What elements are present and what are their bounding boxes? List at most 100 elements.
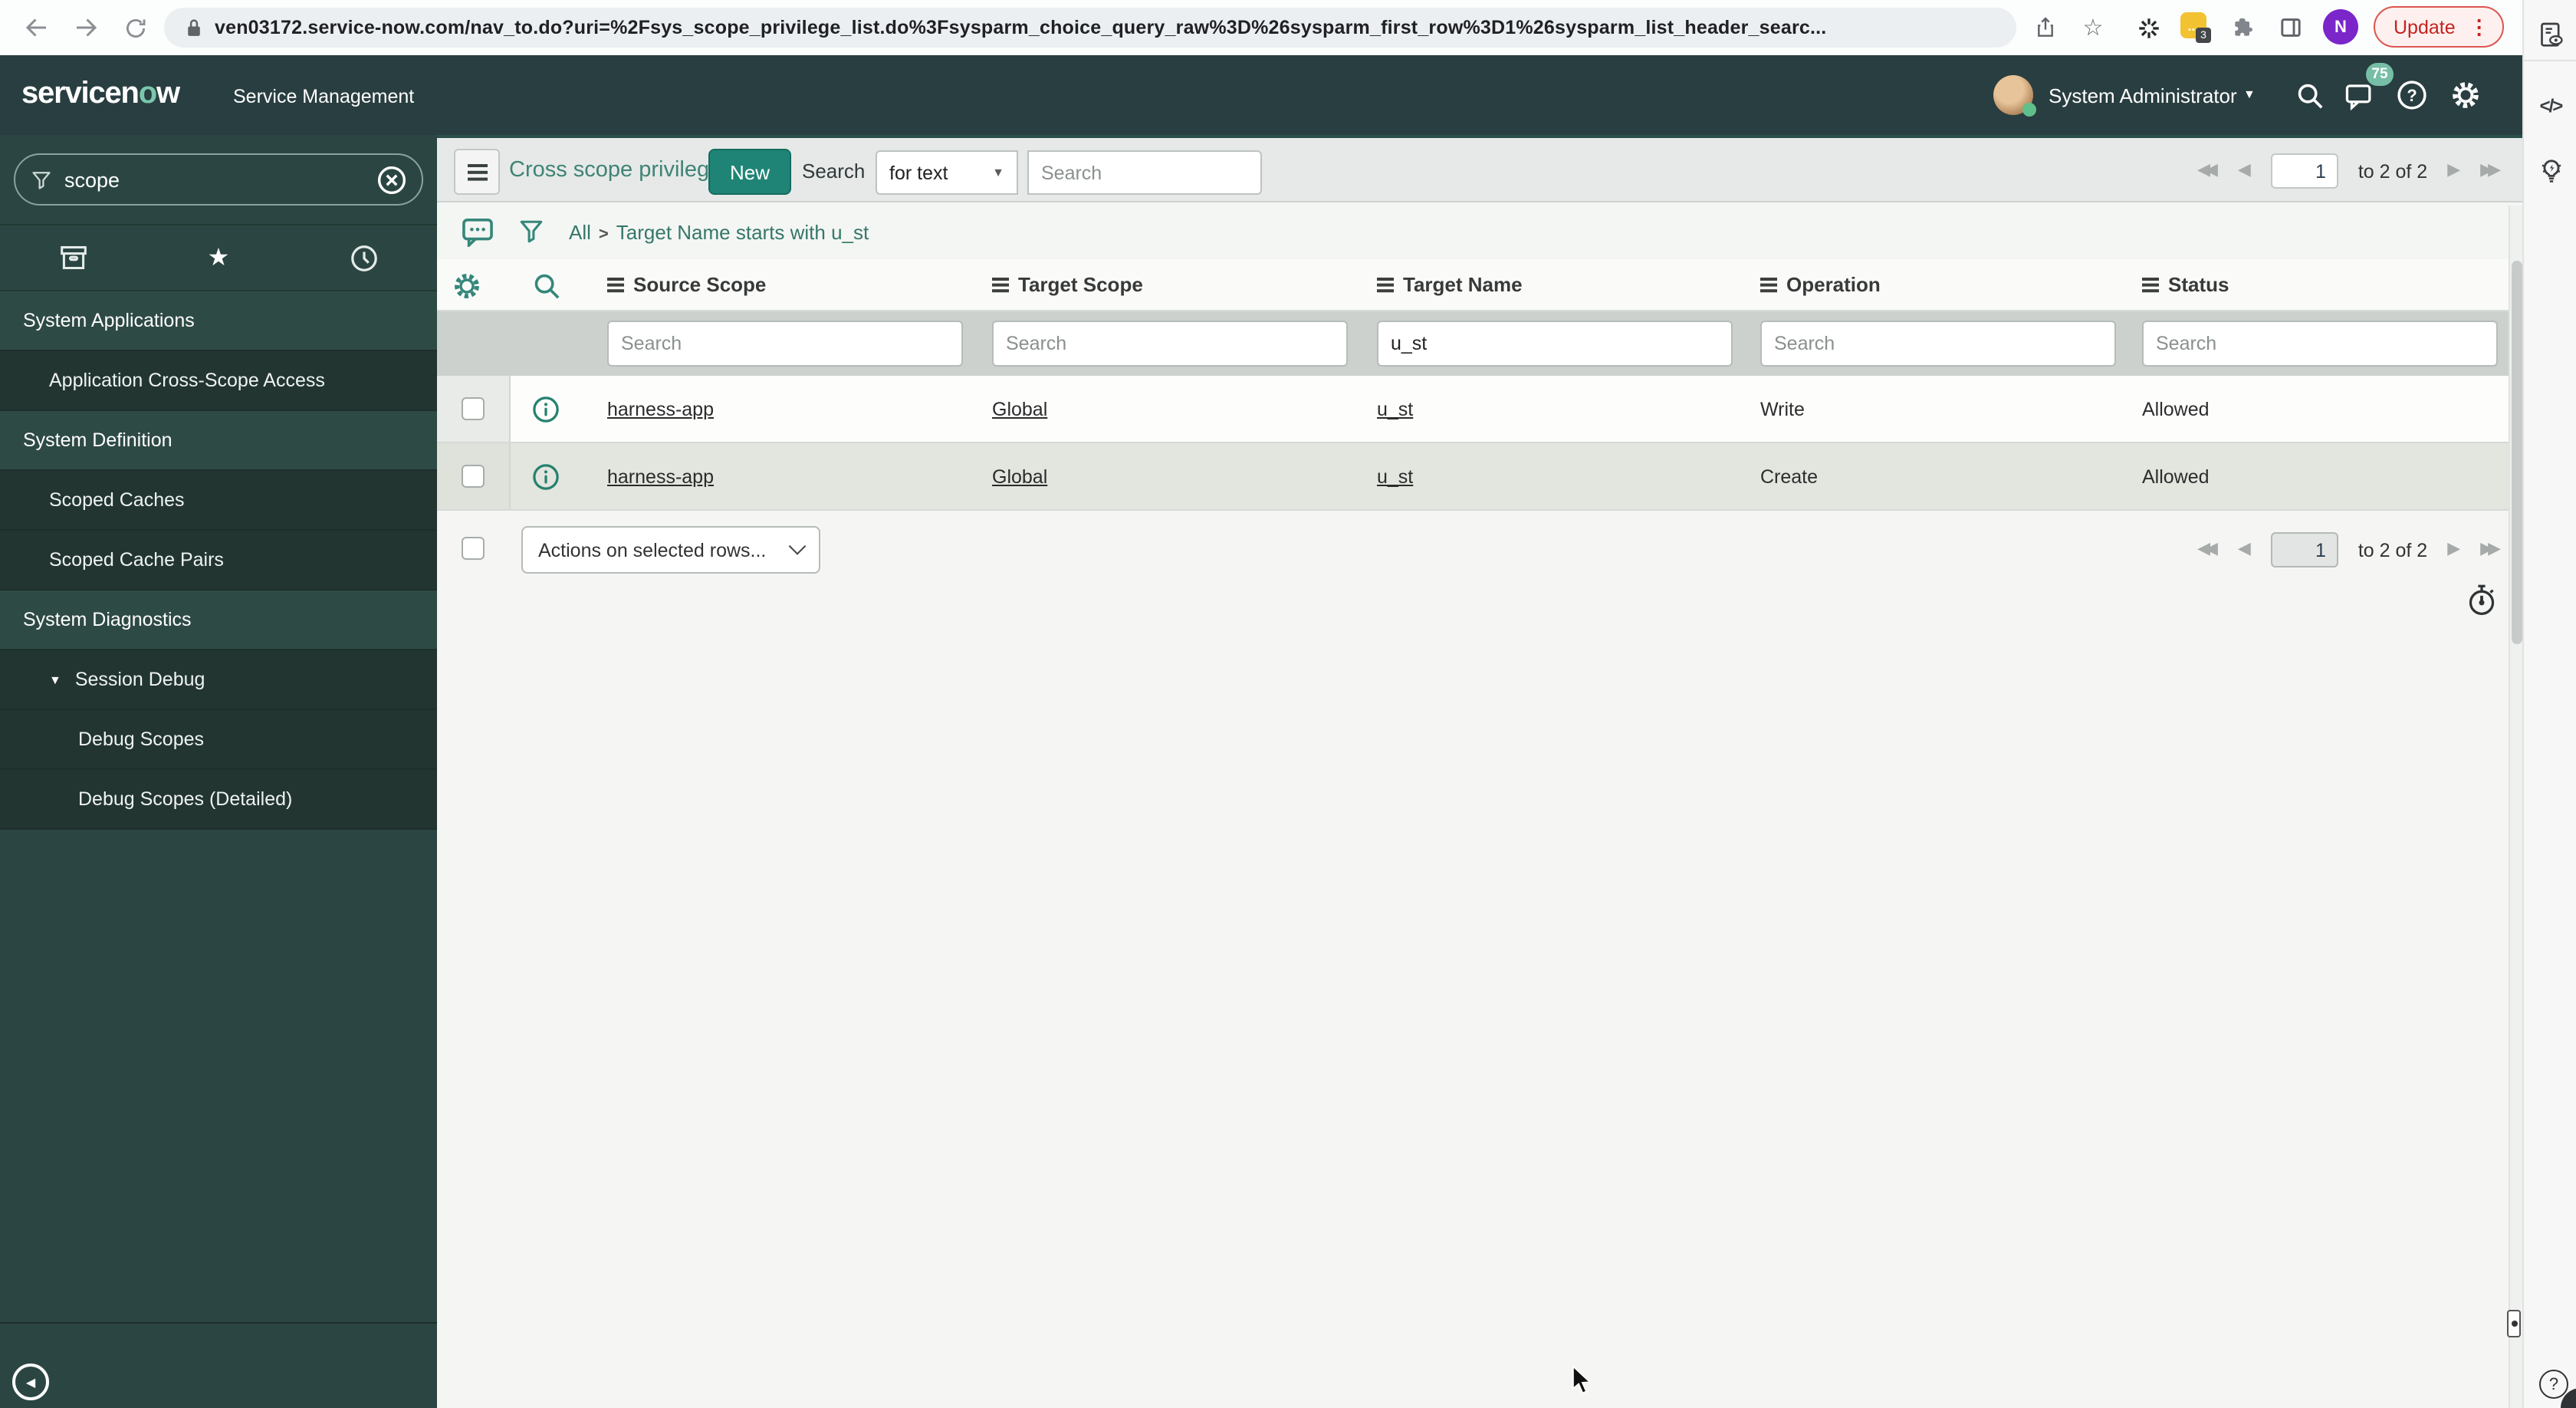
browser-menu-icon[interactable]: ⋮ [2465,15,2494,39]
last-page-button[interactable]: ▶▶ [2480,541,2501,558]
list-settings-gear-icon[interactable] [452,271,481,301]
search-type-select[interactable]: for text ▼ [876,150,1018,195]
sidebar-item-system-applications[interactable]: System Applications [0,291,437,351]
extensions-puzzle-icon[interactable] [2226,11,2260,44]
next-page-button[interactable]: ▶ [2447,541,2460,558]
user-menu[interactable]: System Administrator [2049,84,2237,107]
cell-target-name[interactable]: u_st [1377,399,1413,420]
table-row[interactable]: harness-app Global u_st Write Allowed [437,376,2522,443]
search-target-name-input[interactable] [1377,321,1733,367]
list-chat-icon[interactable] [462,217,494,246]
servicenow-header: servicenow Service Management System Adm… [0,55,2522,135]
scrollbar-thumb[interactable] [2512,261,2522,644]
browser-profile-avatar[interactable]: N [2323,9,2358,44]
update-label: Update [2394,16,2456,38]
list-search-input[interactable] [1027,150,1262,195]
actions-on-selected-rows-select[interactable]: Actions on selected rows... [521,526,820,574]
address-bar[interactable]: ven03172.service-now.com/nav_to.do?uri=%… [164,8,2016,48]
code-panel-icon[interactable]: </> [2533,87,2568,123]
extension-yellow-icon[interactable]: ... 3 [2180,12,2211,43]
servicenow-logo: servicenow [21,77,180,110]
search-status-input[interactable] [2142,321,2498,367]
last-page-button[interactable]: ▶▶ [2480,162,2501,179]
breadcrumb-all-link[interactable]: All [569,220,591,243]
first-page-button[interactable]: ◀◀ [2197,541,2218,558]
sidebar-item-system-diagnostics[interactable]: System Diagnostics [0,591,437,650]
user-avatar[interactable] [1993,75,2036,117]
select-all-checkbox[interactable] [462,537,485,560]
clear-filter-icon[interactable] [377,165,406,194]
cell-target-scope[interactable]: Global [992,399,1047,420]
scrollbar-dock-icon[interactable] [2507,1310,2521,1337]
global-search-icon[interactable] [2292,78,2326,112]
next-page-button[interactable]: ▶ [2447,162,2460,179]
sidebar-item-application-cross-scope-access[interactable]: Application Cross-Scope Access [0,351,437,411]
search-source-scope-input[interactable] [607,321,963,367]
cell-target-name[interactable]: u_st [1377,466,1413,488]
column-header-source-scope[interactable]: Source Scope [607,273,766,296]
select-caret-icon: ▼ [992,166,1004,179]
browser-back-icon[interactable] [18,9,55,46]
navigator-filter[interactable] [14,153,423,206]
bookmark-star-icon[interactable]: ☆ [2076,11,2110,44]
share-icon[interactable] [2029,11,2062,44]
breadcrumb-filter-link[interactable]: Target Name starts with u_st [616,220,869,243]
row-checkbox[interactable] [462,397,485,420]
sidebar-item-system-definition[interactable]: System Definition [0,411,437,471]
reading-list-icon[interactable] [2533,17,2568,52]
column-header-target-name[interactable]: Target Name [1377,273,1523,296]
sidebar-item-session-debug[interactable]: ▼ Session Debug [0,650,437,710]
chevron-down-icon [788,537,807,554]
filter-icon[interactable] [518,218,544,245]
lightbulb-icon[interactable] [2533,153,2568,189]
product-name: Service Management [233,86,415,107]
record-info-icon[interactable] [532,463,560,491]
breadcrumb-bar: All > Target Name starts with u_st [437,204,2522,259]
browser-forward-icon[interactable] [67,9,104,46]
tab-history[interactable] [291,225,437,290]
sidebar-item-scoped-caches[interactable]: Scoped Caches [0,471,437,531]
list-context-menu-button[interactable] [454,149,500,195]
list-scrollbar[interactable] [2509,206,2522,1408]
row-checkbox[interactable] [462,465,485,488]
side-panel-icon[interactable] [2274,11,2308,44]
tab-favorites[interactable]: ★ [146,225,291,290]
previous-page-button[interactable]: ◀ [2238,162,2251,179]
browser-toolbar: ven03172.service-now.com/nav_to.do?uri=%… [0,0,2576,55]
expand-caret-icon[interactable]: ▼ [49,673,61,686]
top-pagination: ◀◀ ◀ to 2 of 2 ▶ ▶▶ [2197,153,2501,189]
search-operation-input[interactable] [1760,321,2116,367]
help-icon[interactable]: ? [2395,78,2429,112]
collapse-sidebar-button[interactable]: ◀ [12,1364,49,1400]
sidebar-item-scoped-cache-pairs[interactable]: Scoped Cache Pairs [0,531,437,591]
column-header-operation[interactable]: Operation [1760,273,1881,296]
page-number-input[interactable] [2270,153,2338,189]
column-header-target-scope[interactable]: Target Scope [992,273,1143,296]
first-page-button[interactable]: ◀◀ [2197,162,2218,179]
column-menu-icon [1760,277,1777,281]
response-time-icon[interactable] [2466,583,2498,617]
new-record-button[interactable]: New [708,149,792,195]
cell-target-scope[interactable]: Global [992,466,1047,488]
table-row[interactable]: harness-app Global u_st Create Allowed [437,443,2522,511]
rail-help-icon[interactable]: ? [2539,1370,2568,1399]
tab-all-applications[interactable] [0,225,146,290]
column-header-status[interactable]: Status [2142,273,2229,296]
extension-badge: 3 [2196,28,2211,43]
column-search-toggle-icon[interactable] [532,271,561,301]
page-number-input[interactable] [2270,532,2338,567]
cell-source-scope[interactable]: harness-app [607,466,714,488]
sidebar-item-debug-scopes-detailed[interactable]: Debug Scopes (Detailed) [0,770,437,830]
previous-page-button[interactable]: ◀ [2238,541,2251,558]
browser-update-button[interactable]: Update ⋮ [2374,6,2505,48]
user-caret-icon[interactable]: ▼ [2243,87,2256,101]
sidebar-item-debug-scopes[interactable]: Debug Scopes [0,710,437,770]
browser-reload-icon[interactable] [117,9,153,46]
record-info-icon[interactable] [532,396,560,423]
extension-spinner-icon[interactable] [2131,11,2165,44]
navigator-filter-input[interactable] [64,168,365,191]
search-target-scope-input[interactable] [992,321,1348,367]
list-title[interactable]: Cross scope privileges [509,158,733,183]
cell-source-scope[interactable]: harness-app [607,399,714,420]
settings-gear-icon[interactable] [2449,78,2482,112]
